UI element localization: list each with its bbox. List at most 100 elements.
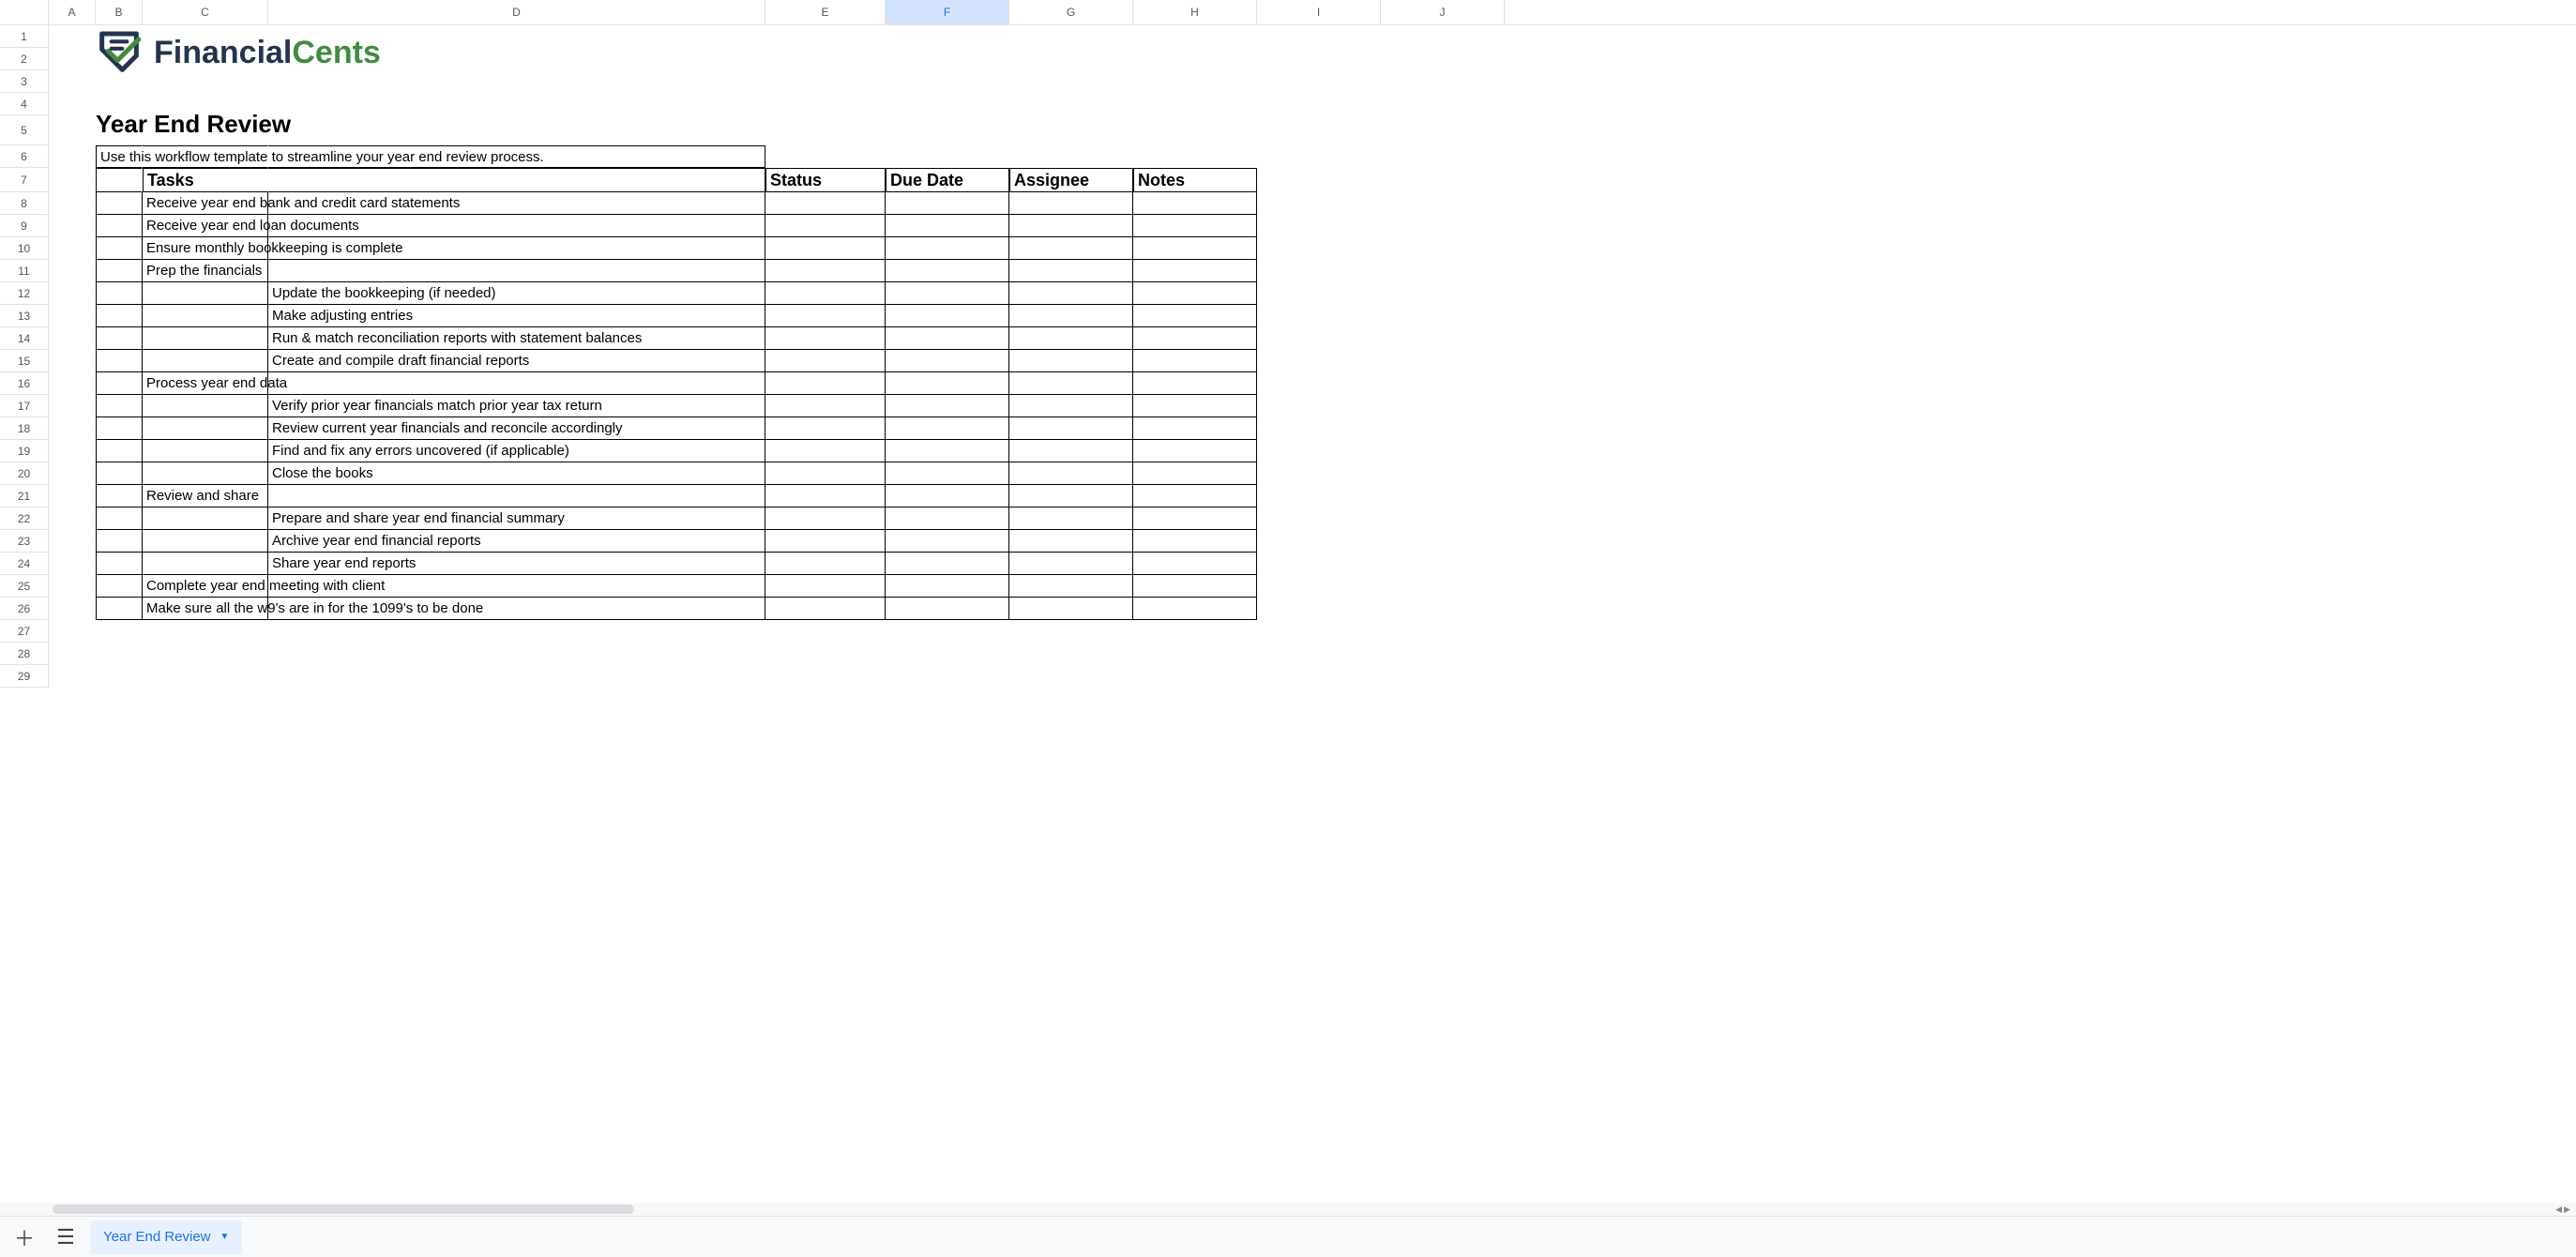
cell-C[interactable] xyxy=(143,530,268,553)
row-header-17[interactable]: 17 xyxy=(0,395,49,417)
cell-A[interactable] xyxy=(49,350,96,372)
cell-D[interactable]: Make adjusting entries xyxy=(268,305,765,327)
cell-A[interactable] xyxy=(49,282,96,305)
cell-J[interactable] xyxy=(1381,598,1505,620)
cell-D[interactable]: Share year end reports xyxy=(268,553,765,575)
select-all-corner[interactable] xyxy=(0,0,49,24)
column-header-E[interactable]: E xyxy=(765,0,886,24)
row-header-4[interactable]: 4 xyxy=(0,93,49,115)
cell-H[interactable] xyxy=(1133,440,1257,462)
row-header-8[interactable]: 8 xyxy=(0,192,49,215)
cell-B[interactable] xyxy=(96,665,143,688)
cell-J[interactable] xyxy=(1381,25,1505,48)
cell-C[interactable] xyxy=(143,48,268,70)
cell-B[interactable] xyxy=(96,168,143,192)
cell-F[interactable] xyxy=(886,665,1009,688)
cell-D[interactable] xyxy=(268,575,765,598)
cell-C[interactable] xyxy=(143,115,268,145)
cell-C[interactable]: Make sure all the w9's are in for the 10… xyxy=(143,598,268,620)
cell-J[interactable] xyxy=(1381,192,1505,215)
row-header-13[interactable]: 13 xyxy=(0,305,49,327)
cell-F[interactable] xyxy=(886,350,1009,372)
row-header-1[interactable]: 1 xyxy=(0,25,49,48)
cell-H[interactable] xyxy=(1133,115,1257,145)
cell-D[interactable] xyxy=(268,485,765,507)
cell-E[interactable] xyxy=(765,215,886,237)
cell-G[interactable] xyxy=(1009,115,1133,145)
cell-H[interactable] xyxy=(1133,260,1257,282)
cell-A[interactable] xyxy=(49,237,96,260)
cell-J[interactable] xyxy=(1381,282,1505,305)
cell-G[interactable] xyxy=(1009,395,1133,417)
cell-J[interactable] xyxy=(1381,507,1505,530)
cell-C[interactable] xyxy=(143,620,268,643)
column-header-H[interactable]: H xyxy=(1133,0,1257,24)
row-header-9[interactable]: 9 xyxy=(0,215,49,237)
cell-B[interactable] xyxy=(96,192,143,215)
cell-B[interactable] xyxy=(96,643,143,665)
cell-F[interactable] xyxy=(886,643,1009,665)
cell-G[interactable] xyxy=(1009,25,1133,48)
cell-I[interactable] xyxy=(1257,260,1381,282)
cell-F[interactable]: Due Date xyxy=(886,168,1009,192)
cell-H[interactable] xyxy=(1133,553,1257,575)
cell-J[interactable] xyxy=(1381,417,1505,440)
cell-I[interactable] xyxy=(1257,115,1381,145)
add-sheet-button[interactable]: ＋ xyxy=(8,1220,41,1254)
cell-I[interactable] xyxy=(1257,440,1381,462)
column-header-D[interactable]: D xyxy=(268,0,765,24)
cell-B[interactable] xyxy=(96,350,143,372)
cell-E[interactable] xyxy=(765,25,886,48)
cell-H[interactable] xyxy=(1133,350,1257,372)
cell-I[interactable] xyxy=(1257,462,1381,485)
cell-B[interactable] xyxy=(96,530,143,553)
cell-E[interactable] xyxy=(765,598,886,620)
cell-D[interactable] xyxy=(268,93,765,115)
cell-J[interactable] xyxy=(1381,145,1505,168)
cell-F[interactable] xyxy=(886,70,1009,93)
row-header-10[interactable]: 10 xyxy=(0,237,49,260)
row-header-25[interactable]: 25 xyxy=(0,575,49,598)
cell-D[interactable] xyxy=(268,237,765,260)
cell-I[interactable] xyxy=(1257,93,1381,115)
cell-F[interactable] xyxy=(886,192,1009,215)
cell-E[interactable] xyxy=(765,350,886,372)
row-header-2[interactable]: 2 xyxy=(0,48,49,70)
row-header-12[interactable]: 12 xyxy=(0,282,49,305)
cell-A[interactable] xyxy=(49,305,96,327)
cell-H[interactable] xyxy=(1133,305,1257,327)
cell-G[interactable] xyxy=(1009,145,1133,168)
cell-I[interactable] xyxy=(1257,48,1381,70)
cell-I[interactable] xyxy=(1257,192,1381,215)
cell-D[interactable] xyxy=(268,260,765,282)
horizontal-scrollbar[interactable]: ◀ ▶ xyxy=(0,1203,2576,1216)
cell-J[interactable] xyxy=(1381,620,1505,643)
cell-G[interactable] xyxy=(1009,575,1133,598)
column-header-G[interactable]: G xyxy=(1009,0,1133,24)
cell-C[interactable] xyxy=(143,282,268,305)
cell-I[interactable] xyxy=(1257,305,1381,327)
cell-A[interactable] xyxy=(49,440,96,462)
cell-A[interactable] xyxy=(49,665,96,688)
cell-C[interactable] xyxy=(143,665,268,688)
cell-E[interactable] xyxy=(765,70,886,93)
cell-A[interactable] xyxy=(49,372,96,395)
cell-C[interactable]: Review and share xyxy=(143,485,268,507)
cell-A[interactable] xyxy=(49,48,96,70)
cell-B[interactable] xyxy=(96,48,143,70)
cell-J[interactable] xyxy=(1381,643,1505,665)
cell-F[interactable] xyxy=(886,620,1009,643)
cell-B[interactable] xyxy=(96,598,143,620)
cell-G[interactable] xyxy=(1009,553,1133,575)
cell-I[interactable] xyxy=(1257,643,1381,665)
cell-E[interactable] xyxy=(765,48,886,70)
horizontal-scroll-arrows[interactable]: ◀ ▶ xyxy=(2555,1204,2570,1215)
cell-G[interactable] xyxy=(1009,260,1133,282)
cell-C[interactable] xyxy=(143,417,268,440)
cell-B[interactable] xyxy=(96,282,143,305)
column-header-C[interactable]: C xyxy=(143,0,268,24)
cell-A[interactable] xyxy=(49,620,96,643)
cell-I[interactable] xyxy=(1257,575,1381,598)
cell-G[interactable] xyxy=(1009,440,1133,462)
cell-B[interactable]: Year End Review xyxy=(96,115,143,145)
